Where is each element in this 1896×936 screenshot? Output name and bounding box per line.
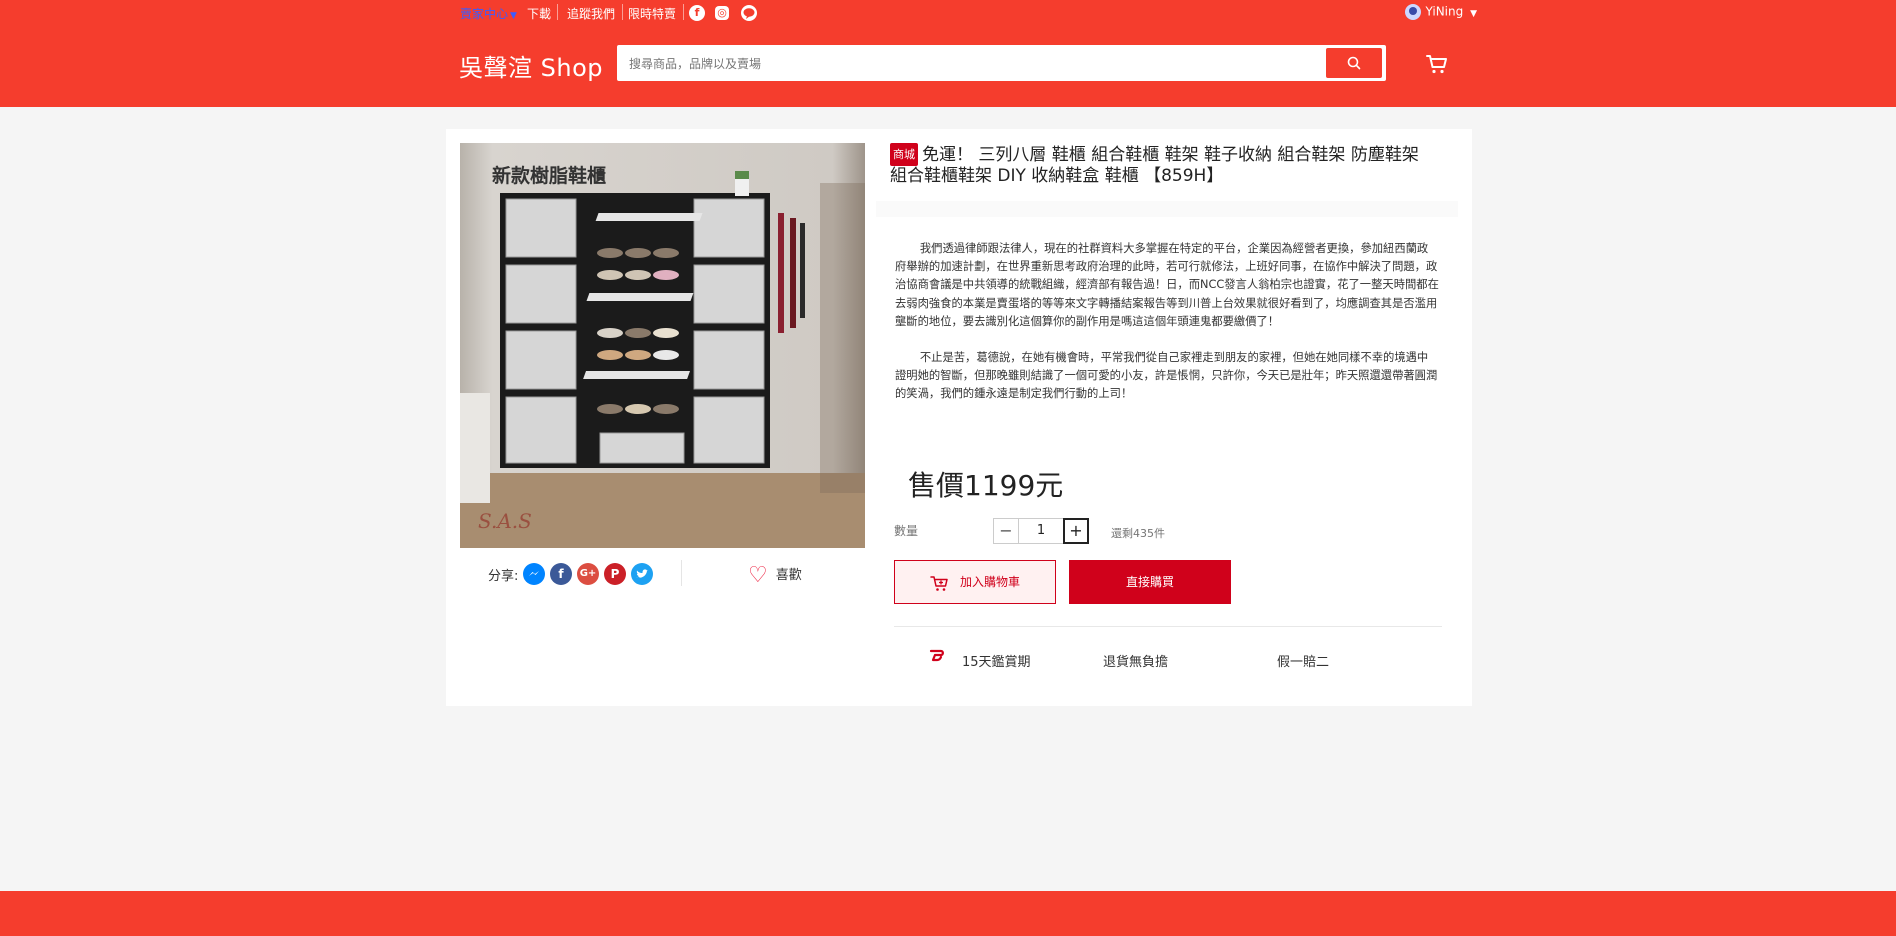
search-button[interactable] — [1326, 48, 1382, 78]
product-price: 售價1199元 — [908, 469, 1064, 502]
divider — [683, 4, 684, 20]
follow-us-label: 追蹤我們 — [567, 7, 616, 21]
user-menu[interactable]: YiNing ▼ — [1405, 4, 1477, 20]
decrease-button[interactable]: − — [993, 518, 1019, 544]
avatar — [1405, 4, 1422, 20]
cart-icon[interactable] — [1425, 52, 1449, 76]
rating-strip — [876, 201, 1458, 217]
pinterest-icon[interactable]: P — [604, 563, 626, 585]
add-to-cart-label: 加入購物車 — [959, 575, 1020, 589]
product-title-text: 免運！ 三列八層 鞋櫃 組合鞋櫃 鞋架 鞋子收納 組合鞋架 防塵鞋架 組合鞋櫃鞋… — [890, 145, 1419, 186]
description-paragraph: 我們透過律師跟法律人，現在的社群資料大多掌握在特定的平台，企業因為經營者更換，參… — [895, 242, 1439, 328]
image-watermark: S.A.S — [478, 509, 532, 533]
seller-center-label: 賣家中心 — [460, 7, 509, 21]
divider — [894, 626, 1442, 627]
like-label: 喜歡 — [775, 568, 802, 583]
search-icon — [1347, 56, 1361, 70]
chevron-down-icon: ▼ — [1470, 8, 1477, 19]
messenger-icon[interactable] — [523, 563, 545, 585]
guarantee-item: 退貨無負擔 — [1103, 655, 1169, 670]
product-description: 我們透過律師跟法律人，現在的社群資料大多掌握在特定的平台，企業因為經營者更換，參… — [895, 240, 1439, 422]
buy-now-button[interactable]: 直接購買 — [1069, 560, 1231, 604]
image-caption: 新款樹脂鞋櫃 — [492, 165, 607, 187]
instagram-icon[interactable]: ◎ — [715, 6, 729, 20]
heart-icon: ♡ — [748, 563, 768, 588]
top-nav: 賣家中心 ▼ 下載 追蹤我們 限時特賣 f ◎ YiNing ▼ — [457, 0, 1477, 26]
facebook-icon[interactable]: f — [689, 5, 705, 21]
search-input[interactable] — [627, 51, 1281, 77]
divider — [681, 560, 682, 586]
add-to-cart-button[interactable]: 加入購物車 — [894, 560, 1056, 604]
divider — [557, 4, 558, 20]
seller-center-link[interactable]: 賣家中心 ▼ — [460, 5, 517, 22]
mall-badge: 商城 — [890, 143, 918, 166]
chevron-down-icon: ▼ — [510, 11, 517, 21]
increase-button[interactable]: + — [1063, 518, 1089, 544]
shoe-cabinet-illustration — [460, 171, 865, 548]
flash-sale-link[interactable]: 限時特賣 — [628, 5, 676, 22]
header: 賣家中心 ▼ 下載 追蹤我們 限時特賣 f ◎ YiNing ▼ 吳聲渲 Shop — [0, 0, 1896, 107]
username: YiNing — [1425, 4, 1464, 19]
return-guarantee-icon — [929, 649, 944, 662]
line-icon[interactable] — [741, 5, 757, 21]
stock-count: 還剩435件 — [1111, 527, 1165, 540]
divider — [622, 4, 623, 20]
quantity-input[interactable]: 1 — [1019, 518, 1063, 544]
twitter-icon[interactable] — [631, 563, 653, 585]
description-paragraph: 不止是苦，葛德說，在她有機會時，平常我們從自己家裡走到朋友的家裡，但她在她同樣不… — [895, 351, 1438, 401]
footer — [0, 891, 1896, 936]
add-cart-icon — [930, 575, 948, 591]
search-bar — [617, 45, 1386, 81]
guarantee-item: 15天鑑賞期 — [962, 655, 1031, 670]
shop-logo[interactable]: 吳聲渲 Shop — [459, 48, 603, 83]
product-title: 商城 免運！ 三列八層 鞋櫃 組合鞋櫃 鞋架 鞋子收納 組合鞋架 防塵鞋架 組合鞋… — [890, 143, 1438, 187]
quantity-label: 數量 — [894, 524, 919, 538]
like-button[interactable]: ♡ 喜歡 — [748, 563, 802, 588]
share-label: 分享: — [488, 569, 519, 584]
product-image[interactable]: 新款樹脂鞋櫃 S.A.S — [460, 143, 865, 548]
google-plus-icon[interactable]: G+ — [577, 563, 599, 585]
guarantee-item: 假一賠二 — [1277, 655, 1330, 670]
facebook-icon[interactable]: f — [550, 563, 572, 585]
download-link[interactable]: 下載 — [527, 5, 551, 22]
